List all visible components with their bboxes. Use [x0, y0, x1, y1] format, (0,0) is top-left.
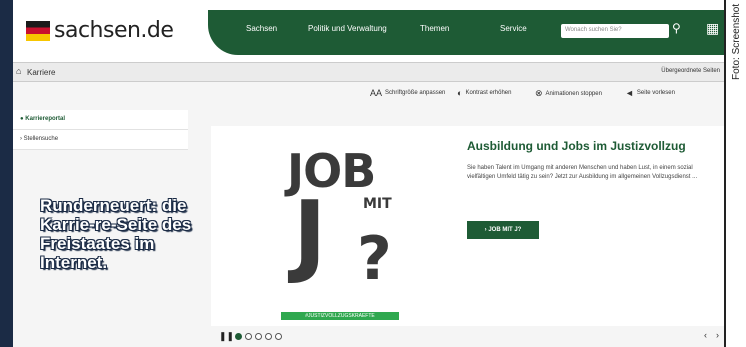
job-mit-j-graphic[interactable]: JOB J MIT ? #JUSTIZVOLLZUGSKRAEFTE [281, 144, 411, 324]
animations-control[interactable]: ⊗ Animationen stoppen [535, 88, 602, 99]
slider-controls: ❚❚ ‹ › [211, 326, 724, 347]
photo-caption: Runderneuert: die Karrie-re-Seite des Fr… [40, 196, 192, 272]
slider-dot[interactable] [265, 333, 272, 340]
sidebar-item-label: Stellensuche [23, 136, 59, 142]
nav-item-themen[interactable]: Themen [420, 24, 449, 33]
slider-dot[interactable] [255, 333, 262, 340]
prev-arrow-icon[interactable]: ‹ [704, 330, 707, 340]
graphic-hashtag-strip: #JUSTIZVOLLZUGSKRAEFTE [281, 312, 399, 320]
teaser-panel: JOB J MIT ? #JUSTIZVOLLZUGSKRAEFTE Ausbi… [211, 126, 724, 326]
photo-credit: Foto: Screenshot [729, 4, 745, 82]
slider-dot[interactable] [245, 333, 252, 340]
left-border-bar [0, 0, 13, 347]
next-arrow-icon[interactable]: › [716, 330, 719, 340]
slider-dot[interactable] [275, 333, 282, 340]
read-aloud-control[interactable]: ◄ Seite vorlesen [625, 88, 675, 98]
contrast-control[interactable]: ◐ Kontrast erhöhen [457, 88, 511, 98]
grid-menu-icon[interactable]: ▦ [706, 20, 719, 37]
teaser-title[interactable]: Ausbildung und Jobs im Justizvollzug [467, 139, 686, 153]
stop-animations-icon: ⊗ [535, 88, 543, 98]
graphic-j-text: J [293, 182, 327, 287]
read-aloud-label: Seite vorlesen [636, 90, 675, 96]
logo-text: sachsen.de [54, 18, 174, 43]
job-mit-j-button[interactable]: › JOB MIT J? [467, 221, 539, 239]
sidebar-item-stellensuche[interactable]: › Stellensuche [13, 130, 188, 150]
font-size-control[interactable]: AA Schriftgröße anpassen [370, 88, 445, 98]
slider-dot[interactable] [235, 333, 242, 340]
breadcrumb-current[interactable]: Karriere [27, 68, 55, 77]
nav-item-service[interactable]: Service [500, 24, 527, 33]
speaker-icon: ◄ [625, 88, 634, 98]
breadcrumb: ⌂ Karriere Übergeordnete Seiten [13, 62, 724, 82]
screenshot-area: sachsen.de Sachsen Politik und Verwaltun… [13, 0, 726, 347]
sidebar: ● Karriereportal › Stellensuche [13, 110, 188, 150]
pause-icon[interactable]: ❚❚ [219, 331, 234, 342]
nav-item-politik[interactable]: Politik und Verwaltung [308, 24, 387, 33]
nav-item-sachsen[interactable]: Sachsen [246, 24, 277, 33]
parent-pages-link[interactable]: Übergeordnete Seiten [661, 68, 720, 74]
contrast-label: Kontrast erhöhen [465, 90, 512, 96]
search-input[interactable]: Wonach suchen Sie? [561, 24, 669, 38]
animations-label: Animationen stoppen [545, 90, 602, 97]
main-navigation: Sachsen Politik und Verwaltung Themen Se… [208, 10, 724, 55]
photo-credit-text: Foto: Screenshot [731, 3, 742, 80]
font-size-label: Schriftgröße anpassen [385, 90, 446, 96]
contrast-icon: ◐ [457, 88, 463, 98]
home-icon[interactable]: ⌂ [16, 66, 21, 76]
graphic-question-mark: ? [357, 224, 392, 294]
teaser-text: Sie haben Talent im Umgang mit anderen M… [467, 165, 698, 180]
sidebar-item-karriereportal[interactable]: ● Karriereportal [13, 110, 188, 130]
sidebar-item-label: Karriereportal [25, 116, 65, 122]
font-size-icon: AA [370, 88, 383, 98]
graphic-mit-text: MIT [363, 196, 392, 212]
site-header: sachsen.de Sachsen Politik und Verwaltun… [13, 0, 724, 62]
saxony-flag-icon [26, 20, 50, 41]
site-logo[interactable]: sachsen.de [26, 18, 174, 43]
search-icon[interactable]: ⚲ [672, 21, 688, 39]
